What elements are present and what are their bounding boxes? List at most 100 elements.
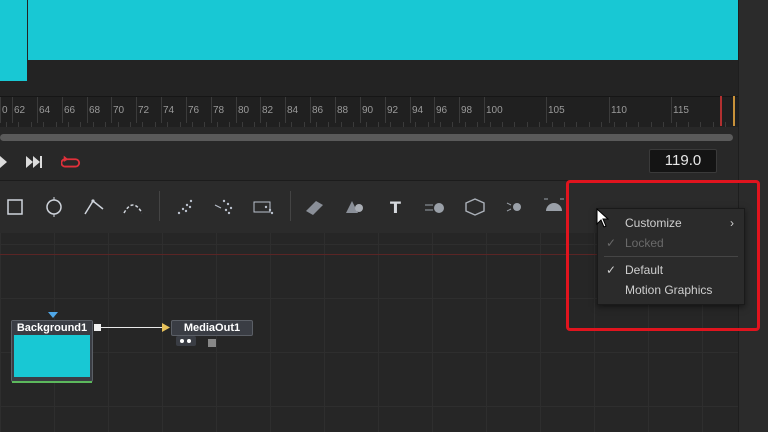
particle-emitter-icon[interactable]	[173, 195, 197, 219]
ruler-minor-tick	[204, 122, 205, 127]
ruler-minor-tick	[651, 122, 652, 127]
ruler-tick-label: 94	[412, 105, 424, 116]
ellipse-mask-icon[interactable]	[42, 195, 66, 219]
node-status-bar	[12, 381, 92, 383]
node-thumbnail	[14, 335, 90, 377]
ruler-minor-tick	[713, 122, 714, 127]
viewer-panel	[0, 0, 738, 96]
ruler-tick-label: 88	[337, 105, 349, 116]
polygon-mask-icon[interactable]	[82, 195, 106, 219]
skip-to-end-icon[interactable]	[24, 153, 44, 171]
timeline-scrollbar[interactable]	[0, 134, 733, 141]
ruler-tick-label: 76	[188, 105, 200, 116]
node-output-port[interactable]	[94, 324, 101, 331]
ruler-tick	[459, 97, 460, 123]
ruler-tick	[546, 97, 547, 123]
ruler-tick	[111, 97, 112, 123]
ruler-tick-label: 84	[287, 105, 299, 116]
node-input-arrow-icon	[48, 312, 58, 318]
view-buttons[interactable]	[176, 336, 196, 346]
ruler-tick	[285, 97, 286, 123]
ruler-tick-label: 78	[213, 105, 225, 116]
playhead[interactable]	[720, 96, 722, 126]
ruler-minor-tick	[564, 122, 565, 127]
view-dot-1[interactable]	[180, 339, 184, 343]
ruler-minor-tick	[43, 122, 44, 127]
ruler-minor-tick	[576, 122, 577, 127]
node-mediaout1[interactable]: MediaOut1	[171, 320, 253, 336]
timeline-ruler[interactable]: 0 62 64 66 68 70 72 74 76 78 80 82 84 86 88 90 92 94 96 98 1…	[0, 96, 738, 127]
ruler-tick-label: 80	[238, 105, 250, 116]
viewer-image-secondary	[0, 0, 27, 81]
shape-3d-icon[interactable]	[342, 195, 366, 219]
ruler-minor-tick	[663, 122, 664, 127]
ruler-tick-label: 74	[163, 105, 175, 116]
ruler-minor-tick	[229, 122, 230, 127]
play-icon[interactable]	[0, 153, 20, 171]
node-input-port-icon[interactable]	[162, 323, 170, 332]
loop-icon[interactable]	[61, 153, 81, 171]
ruler-minor-tick	[353, 122, 354, 127]
ruler-minor-tick	[105, 122, 106, 127]
text-3d-icon[interactable]: T	[385, 195, 409, 219]
ruler-minor-tick	[589, 122, 590, 127]
ruler-minor-tick	[688, 122, 689, 127]
ruler-tick	[385, 97, 386, 123]
ruler-minor-tick	[676, 122, 677, 127]
renderer-3d-icon[interactable]	[542, 195, 566, 219]
viewer-image	[28, 0, 738, 60]
ruler-minor-tick	[452, 122, 453, 127]
ruler-minor-tick	[614, 122, 615, 127]
ruler-minor-tick	[167, 122, 168, 127]
ruler-tick-label: 0	[2, 105, 8, 116]
particle-merge-icon[interactable]	[251, 195, 275, 219]
ruler-tick-label: 82	[262, 105, 274, 116]
image-plane-3d-icon[interactable]	[302, 195, 326, 219]
rectangle-mask-icon[interactable]	[4, 195, 28, 219]
ruler-tick-label: 72	[138, 105, 150, 116]
ruler-minor-tick	[291, 122, 292, 127]
ruler-tick	[609, 97, 610, 123]
ruler-tick	[434, 97, 435, 123]
spotlight-icon[interactable]	[503, 195, 527, 219]
ruler-minor-tick	[415, 122, 416, 127]
particle-render-icon[interactable]	[212, 195, 236, 219]
ruler-minor-tick	[725, 122, 726, 127]
ruler-minor-tick	[514, 122, 515, 127]
view-dot-2[interactable]	[187, 339, 191, 343]
ruler-tick-label: 66	[64, 105, 76, 116]
ruler-minor-tick	[80, 122, 81, 127]
camera-3d-icon[interactable]	[463, 195, 487, 219]
ruler-minor-tick	[403, 122, 404, 127]
ruler-minor-tick	[180, 122, 181, 127]
node-connection[interactable]	[101, 327, 163, 328]
ruler-tick-label: 100	[486, 105, 503, 116]
ruler-tick	[37, 97, 38, 123]
ruler-minor-tick	[366, 122, 367, 127]
ruler-minor-tick	[527, 122, 528, 127]
bspline-mask-icon[interactable]	[121, 195, 145, 219]
highlight-box	[566, 180, 760, 331]
ruler-minor-tick	[304, 122, 305, 127]
ruler-minor-tick	[18, 122, 19, 127]
render-end-marker[interactable]	[733, 96, 735, 126]
merge-3d-icon[interactable]	[423, 195, 447, 219]
ruler-tick	[186, 97, 187, 123]
ruler-minor-tick	[192, 122, 193, 127]
current-frame-field[interactable]: 119.0	[649, 149, 717, 173]
ruler-minor-tick	[502, 122, 503, 127]
ruler-tick	[671, 97, 672, 123]
node-mask-port[interactable]	[208, 339, 216, 347]
node-background1[interactable]: Background1	[11, 320, 93, 383]
ruler-minor-tick	[31, 122, 32, 127]
ruler-minor-tick	[428, 122, 429, 127]
ruler-tick	[335, 97, 336, 123]
ruler-minor-tick	[490, 122, 491, 127]
ruler-tick	[484, 97, 485, 123]
ruler-minor-tick	[328, 122, 329, 127]
ruler-tick	[236, 97, 237, 123]
ruler-minor-tick	[390, 122, 391, 127]
ruler-minor-tick	[638, 122, 639, 127]
ruler-minor-tick	[440, 122, 441, 127]
toolbar-separator	[159, 191, 160, 221]
